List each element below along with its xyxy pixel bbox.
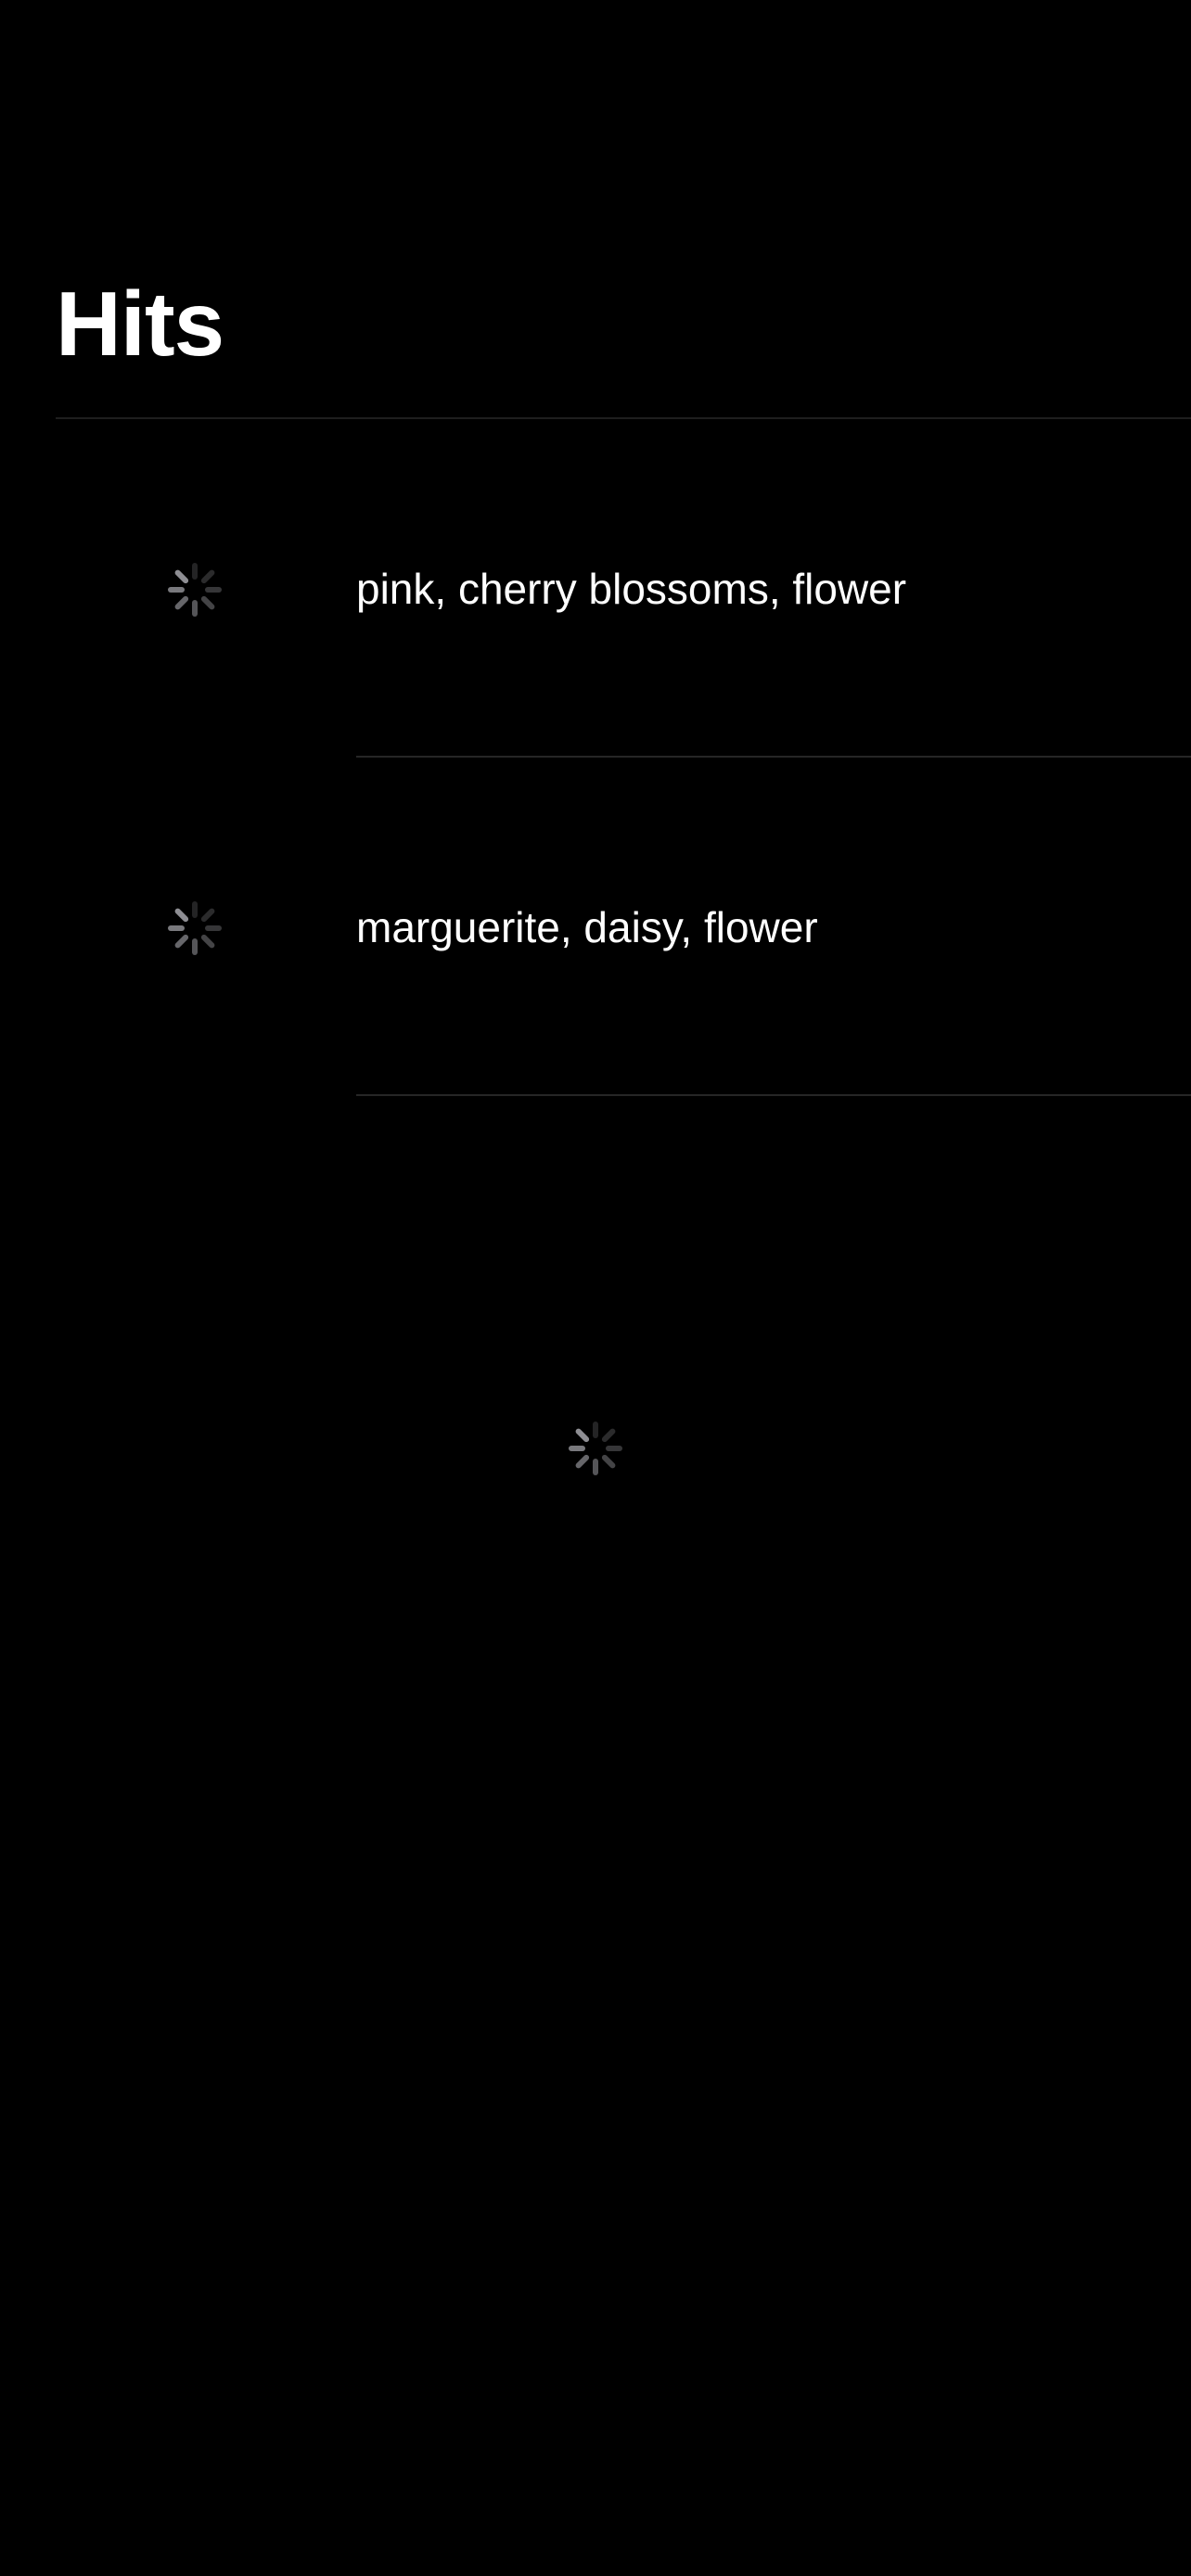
loading-more-spinner-icon [568, 1421, 623, 1476]
thumbnail-loading-spinner-icon [167, 900, 223, 956]
list-item[interactable]: pink, cherry blossoms, flower [0, 419, 1191, 758]
hit-label: pink, cherry blossoms, flower [356, 565, 907, 613]
thumbnail-loading-spinner-icon [167, 562, 223, 618]
page-title: Hits [56, 273, 224, 375]
hit-label: marguerite, daisy, flower [356, 903, 818, 951]
row-divider [356, 1094, 1191, 1096]
list-item[interactable]: marguerite, daisy, flower [0, 758, 1191, 1096]
hit-list[interactable]: pink, cherry blossoms, flower marguerite… [0, 419, 1191, 1096]
hits-screen: Hits pink, cherry blossoms, flower margu… [0, 0, 1191, 2576]
